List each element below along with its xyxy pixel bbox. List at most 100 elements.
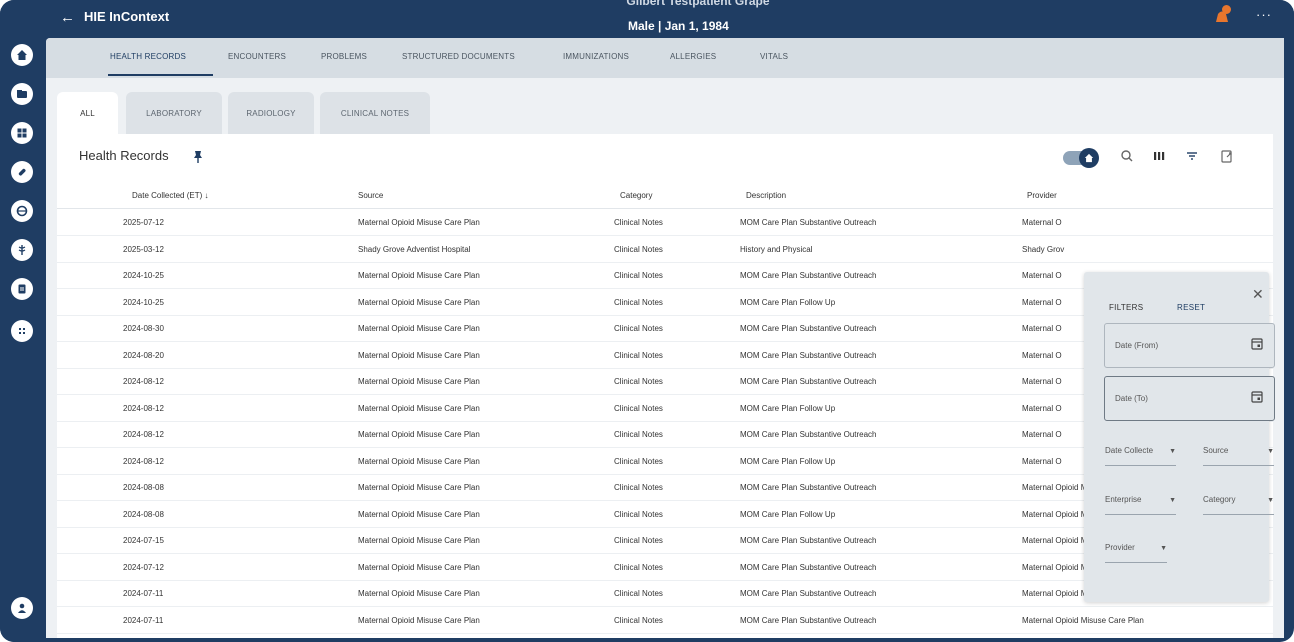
pill-icon[interactable]: [11, 161, 33, 183]
dashboard-icon[interactable]: [11, 122, 33, 144]
cell-source: Maternal Opioid Misuse Care Plan: [358, 456, 480, 466]
globe-icon[interactable]: [11, 200, 33, 222]
column-category[interactable]: Category: [620, 191, 652, 200]
date-to-label: Date (To): [1115, 394, 1148, 403]
search-icon[interactable]: [1119, 148, 1135, 164]
cell-date: 2024-07-15: [123, 536, 164, 545]
subtab-clinical-notes[interactable]: CLINICAL NOTES: [320, 92, 430, 134]
cell-description: MOM Care Plan Substantive Outreach: [740, 430, 877, 439]
cell-description: MOM Care Plan Substantive Outreach: [740, 271, 877, 280]
user-settings-icon[interactable]: [11, 597, 33, 619]
source-select[interactable]: Source ▼: [1203, 446, 1274, 466]
tab-encounters[interactable]: ENCOUNTERS: [228, 52, 286, 61]
cell-provider: Shady Grov: [1022, 244, 1065, 254]
cell-category: Clinical Notes: [614, 350, 663, 360]
cell-source: Maternal Opioid Misuse Care Plan: [358, 536, 480, 545]
close-icon[interactable]: ✕: [1252, 286, 1264, 303]
tab-structured-documents[interactable]: STRUCTURED DOCUMENTS: [402, 52, 515, 61]
cell-date: 2024-08-12: [123, 403, 164, 413]
table-row[interactable]: 2025-07-12 Maternal Opioid Misuse Care Pl…: [57, 209, 1273, 236]
tab-problems[interactable]: PROBLEMS: [321, 52, 367, 61]
enterprise-label: Enterprise: [1105, 495, 1142, 504]
columns-icon[interactable]: [1151, 148, 1167, 164]
cell-source: Maternal Opioid Misuse Care Plan: [358, 483, 480, 492]
cell-description: MOM Care Plan Substantive Outreach: [740, 589, 877, 598]
active-tab-indicator: [108, 74, 213, 76]
document-icon[interactable]: [11, 278, 33, 300]
cell-category: Clinical Notes: [614, 324, 663, 333]
folder-icon[interactable]: [11, 83, 33, 105]
provider-select[interactable]: Provider ▼: [1105, 543, 1167, 563]
cell-date: 2025-07-12: [123, 218, 164, 227]
cell-category: Clinical Notes: [614, 377, 663, 386]
cell-category: Clinical Notes: [614, 430, 663, 439]
date-from-label: Date (From): [1115, 341, 1159, 350]
reset-button[interactable]: RESET: [1177, 303, 1205, 312]
patient-info: Male | Jan 1, 1984: [628, 19, 729, 33]
apps-icon[interactable]: [11, 320, 33, 342]
date-to-field[interactable]: Date (To): [1104, 376, 1275, 421]
calendar-icon[interactable]: [1251, 337, 1263, 350]
column-provider[interactable]: Provider: [1027, 191, 1057, 200]
home-toggle-icon: [1079, 148, 1099, 168]
chevron-down-icon: ▼: [1169, 497, 1176, 504]
cell-date: 2024-08-12: [123, 377, 164, 386]
cell-provider: Maternal O: [1022, 324, 1062, 333]
more-menu-icon[interactable]: ···: [1256, 7, 1272, 22]
table-row[interactable]: 2025-03-12 Shady Grove Adventist Hospital…: [57, 236, 1273, 263]
category-select[interactable]: Category ▼: [1203, 495, 1274, 515]
records-panel: Health Records Date Collected (ET) ↓ Sou…: [57, 134, 1275, 638]
table-row[interactable]: 2024-07-11 Maternal Opioid Misuse Care Pl…: [57, 607, 1273, 634]
back-arrow-icon[interactable]: ←: [60, 9, 75, 26]
subtab-radiology[interactable]: RADIOLOGY: [228, 92, 314, 134]
cell-date: 2024-08-08: [123, 483, 164, 492]
view-toggle[interactable]: [1063, 148, 1099, 168]
tab-vitals[interactable]: VITALS: [760, 52, 788, 61]
category-label: Category: [1203, 495, 1236, 504]
tab-immunizations[interactable]: IMMUNIZATIONS: [563, 52, 629, 61]
export-icon[interactable]: [1219, 148, 1235, 164]
cell-date: 2024-08-12: [123, 456, 164, 466]
cell-description: History and Physical: [740, 244, 813, 254]
tab-health-records[interactable]: HEALTH RECORDS: [110, 52, 186, 61]
date-collected-label: Date Collecte: [1105, 446, 1154, 455]
date-from-field[interactable]: Date (From): [1104, 323, 1275, 368]
cell-description: MOM Care Plan Follow Up: [740, 456, 836, 466]
app-title: HIE InContext: [84, 9, 170, 24]
patient-name: Gilbert Testpatient Grape: [626, 0, 770, 8]
cell-description: MOM Care Plan Substantive Outreach: [740, 615, 877, 625]
cell-provider: Maternal O: [1022, 403, 1062, 413]
date-collected-select[interactable]: Date Collecte ▼: [1105, 446, 1176, 466]
cell-date: 2024-08-08: [123, 509, 164, 519]
subtab-laboratory[interactable]: LABORATORY: [126, 92, 222, 134]
column-description[interactable]: Description: [746, 191, 786, 200]
calendar-icon[interactable]: [1251, 390, 1263, 403]
cell-date: 2025-03-12: [123, 244, 164, 254]
cell-description: MOM Care Plan Substantive Outreach: [740, 483, 877, 492]
home-icon[interactable]: [11, 44, 33, 66]
subtab-all[interactable]: ALL: [57, 92, 118, 134]
cell-category: Clinical Notes: [614, 297, 663, 307]
pin-icon[interactable]: [192, 150, 204, 164]
notification-icon[interactable]: [1212, 5, 1232, 24]
chevron-down-icon: ▼: [1267, 497, 1274, 504]
tab-allergies[interactable]: ALLERGIES: [670, 52, 716, 61]
top-bar: ← HIE InContext Gilbert Testpatient Grap…: [46, 0, 1294, 38]
cell-source: Maternal Opioid Misuse Care Plan: [358, 403, 480, 413]
cell-provider: Maternal Opioid Misuse Care Plan: [1022, 615, 1144, 625]
cell-source: Maternal Opioid Misuse Care Plan: [358, 324, 480, 333]
caduceus-icon[interactable]: [11, 239, 33, 261]
cell-date: 2024-07-11: [123, 589, 164, 598]
cell-source: Maternal Opioid Misuse Care Plan: [358, 615, 480, 625]
column-source[interactable]: Source: [358, 191, 383, 200]
column-date-collected[interactable]: Date Collected (ET) ↓: [132, 191, 208, 200]
cell-provider: Maternal O: [1022, 297, 1062, 307]
cell-provider: Maternal O: [1022, 350, 1062, 360]
cell-description: MOM Care Plan Substantive Outreach: [740, 562, 877, 572]
enterprise-select[interactable]: Enterprise ▼: [1105, 495, 1176, 515]
filter-icon[interactable]: [1184, 148, 1200, 164]
cell-description: MOM Care Plan Substantive Outreach: [740, 377, 877, 386]
cell-description: MOM Care Plan Substantive Outreach: [740, 350, 877, 360]
cell-category: Clinical Notes: [614, 244, 663, 254]
cell-category: Clinical Notes: [614, 589, 663, 598]
